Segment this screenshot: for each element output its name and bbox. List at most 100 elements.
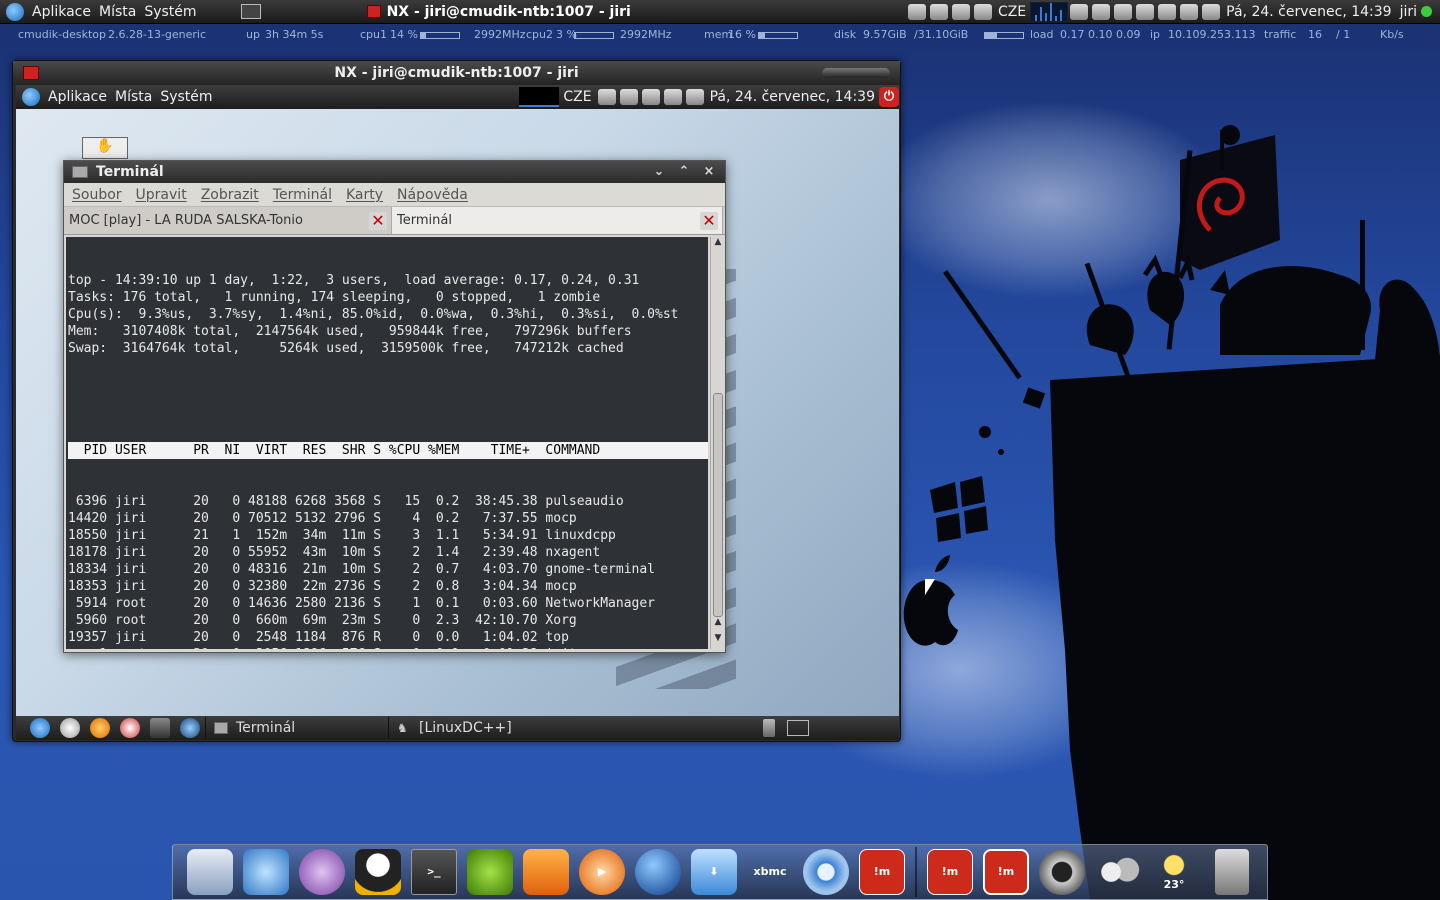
- terminal-titlebar[interactable]: Terminál ⌄ ⌃ ×: [64, 161, 725, 183]
- globe-icon[interactable]: [180, 718, 200, 738]
- menu-applications[interactable]: Aplikace: [28, 4, 95, 20]
- menu-edit[interactable]: Upravit: [136, 187, 187, 203]
- tray-icon[interactable]: [1092, 3, 1111, 20]
- volume-icon[interactable]: [663, 89, 682, 105]
- gnome-foot-icon[interactable]: [6, 2, 24, 21]
- nvidia-settings-icon[interactable]: [467, 849, 513, 895]
- tab-terminal[interactable]: Terminál ✕: [392, 207, 723, 234]
- pidgin-icon[interactable]: [299, 849, 345, 895]
- trash-icon[interactable]: [1215, 849, 1249, 895]
- tray-icon[interactable]: [973, 3, 992, 20]
- tray-icon[interactable]: [1180, 3, 1199, 20]
- tray-icon[interactable]: [685, 89, 704, 105]
- tab-moc[interactable]: MOC [play] - LA RUDA SALSKA-Tonio ✕: [64, 207, 392, 234]
- process-row: 14420 jiri 20 0 70512 5132 2796 S 4 0.2 …: [68, 511, 577, 526]
- nx-menu-system[interactable]: Systém: [156, 89, 216, 105]
- status-dot-icon[interactable]: [1421, 6, 1432, 17]
- xbmc-label: xbmc: [753, 865, 787, 878]
- xbmc-icon[interactable]: xbmc: [747, 849, 793, 895]
- tux-icon[interactable]: [60, 718, 80, 738]
- menu-terminal[interactable]: Terminál: [273, 187, 332, 203]
- task-terminal[interactable]: Terminál: [205, 717, 388, 739]
- tray-icon[interactable]: [1114, 3, 1133, 20]
- mail-icon[interactable]: [243, 849, 289, 895]
- nx-bottom-panel: Terminál ♞ [LinuxDC++]: [16, 716, 899, 740]
- bubbles-icon[interactable]: [1095, 849, 1141, 895]
- power-icon[interactable]: ⏻: [879, 87, 899, 107]
- scroll-down-icon[interactable]: ▼: [711, 633, 725, 645]
- clock[interactable]: Pá, 24. červenec, 14:39: [1222, 4, 1395, 20]
- scroll-up-icon[interactable]: ▲: [711, 617, 725, 629]
- gnome-do-icon[interactable]: [1039, 849, 1085, 895]
- moc-icon[interactable]: !m: [983, 849, 1029, 895]
- taskbar-nx-window[interactable]: NX - jiri@cmudik-ntb:1007 - jiri: [361, 1, 637, 23]
- nx-app-icon[interactable]: [23, 66, 39, 80]
- download-icon[interactable]: ⬇: [691, 849, 737, 895]
- tools-icon[interactable]: [120, 718, 140, 738]
- file-manager-icon[interactable]: [187, 849, 233, 895]
- workspace-switcher[interactable]: [787, 720, 809, 736]
- weather-icon[interactable]: 23°: [1151, 849, 1197, 895]
- conky-host: cmudik-desktop: [18, 28, 106, 41]
- moc-label: !m: [873, 865, 891, 878]
- conky-traffic-down: 16: [1308, 28, 1322, 41]
- terminal-scrollbar[interactable]: ▲ ▲ ▼: [710, 237, 724, 649]
- trash-icon[interactable]: [763, 719, 775, 737]
- tray-icon[interactable]: [641, 89, 660, 105]
- tux-icon[interactable]: [355, 849, 401, 895]
- chromium-icon[interactable]: [803, 849, 849, 895]
- tray-icon[interactable]: [929, 3, 948, 20]
- tray-icon[interactable]: [1202, 3, 1221, 20]
- tab-close-icon[interactable]: ✕: [700, 211, 718, 230]
- network-graph: [1030, 1, 1069, 22]
- terminal-launcher-icon[interactable]: [150, 718, 170, 738]
- terminal-icon[interactable]: >_: [411, 849, 457, 895]
- nx-titlebar[interactable]: NX - jiri@cmudik-ntb:1007 - jiri: [13, 61, 900, 85]
- menu-view[interactable]: Zobrazit: [201, 187, 259, 203]
- tray-icon[interactable]: [907, 3, 926, 20]
- user-name[interactable]: jiri: [1396, 4, 1421, 20]
- close-icon[interactable]: ×: [701, 164, 717, 180]
- desktop-file-icon[interactable]: ✋: [82, 137, 128, 159]
- nx-icon: [366, 5, 381, 18]
- moc-icon[interactable]: !m: [927, 849, 973, 895]
- nx-clock[interactable]: Pá, 24. červenec, 14:39: [706, 89, 879, 105]
- nx-workspace-switcher[interactable]: [519, 87, 560, 107]
- moc-icon[interactable]: !m: [859, 849, 905, 895]
- weather-temp: 23°: [1163, 878, 1185, 891]
- terminal-output[interactable]: top - 14:39:10 up 1 day, 1:22, 3 users, …: [66, 237, 708, 649]
- nx-menu-applications[interactable]: Aplikace: [44, 89, 111, 105]
- menu-file[interactable]: Soubor: [72, 187, 122, 203]
- rss-icon[interactable]: [523, 849, 569, 895]
- task-linuxdcpp[interactable]: ♞ [LinuxDC++]: [388, 717, 574, 739]
- show-desktop-icon[interactable]: [240, 4, 261, 19]
- web-browser-icon[interactable]: [635, 849, 681, 895]
- nx-window-controls[interactable]: [822, 68, 890, 78]
- volume-icon[interactable]: [1070, 3, 1089, 20]
- process-row: 5960 root 20 0 660m 69m 23m S 0 2.3 42:1…: [68, 613, 577, 628]
- tray-icon[interactable]: [619, 89, 638, 105]
- menu-system[interactable]: Systém: [140, 4, 200, 20]
- keyboard-layout[interactable]: CZE: [994, 4, 1030, 20]
- media-player-icon[interactable]: ▶: [579, 849, 625, 895]
- media-player-icon[interactable]: [90, 718, 110, 738]
- tray-icon[interactable]: [1158, 3, 1177, 20]
- tray-icon[interactable]: [1136, 3, 1155, 20]
- menu-places[interactable]: Místa: [95, 4, 140, 20]
- tray-icon[interactable]: [597, 89, 616, 105]
- nx-keyboard-layout[interactable]: CZE: [559, 89, 595, 105]
- menu-help[interactable]: Nápověda: [397, 187, 468, 203]
- scrollbar-thumb[interactable]: [713, 393, 723, 617]
- menu-tabs[interactable]: Karty: [346, 187, 383, 203]
- nx-menu-places[interactable]: Místa: [111, 89, 156, 105]
- maximize-icon[interactable]: ⌃: [676, 164, 692, 180]
- moc-label: !m: [941, 865, 959, 878]
- gnome-foot-icon[interactable]: [22, 88, 40, 106]
- tray-icon[interactable]: [951, 3, 970, 20]
- launcher-icon[interactable]: [30, 718, 50, 738]
- process-row: 18353 jiri 20 0 32380 22m 2736 S 2 0.8 3…: [68, 579, 577, 594]
- tab-close-icon[interactable]: ✕: [369, 211, 387, 230]
- top-summary-line: Cpu(s): 9.3%us, 3.7%sy, 1.4%ni, 85.0%id,…: [68, 307, 679, 322]
- minimize-icon[interactable]: ⌄: [651, 164, 667, 180]
- scroll-up-icon[interactable]: ▲: [711, 237, 725, 249]
